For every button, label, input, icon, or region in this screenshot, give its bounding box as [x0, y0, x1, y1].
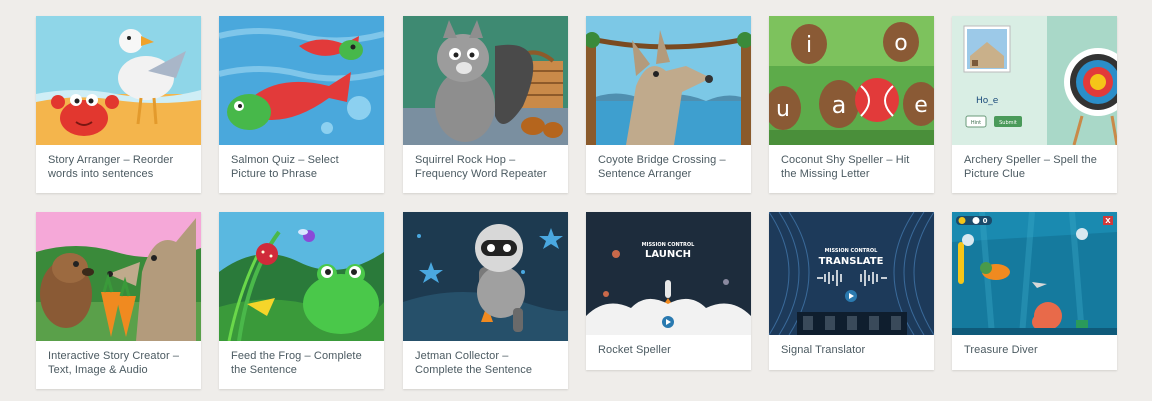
- card-title: Archery Speller – Spell the Picture Clue: [964, 154, 1097, 180]
- archery-target-icon: Ho_e Hint Submit: [952, 16, 1117, 145]
- salmon-icon: [219, 16, 384, 145]
- coconut-icon: i o u a e: [769, 16, 934, 145]
- game-card-archery-speller[interactable]: Ho_e Hint Submit Archery Speller – Spell…: [952, 16, 1117, 193]
- coyote-icon: [586, 16, 751, 145]
- rocket-icon: MISSION CONTROL LAUNCH: [586, 212, 751, 335]
- close-button-label: X: [1105, 217, 1111, 225]
- game-card-signal-translator[interactable]: MISSION CONTROL TRANSLATE Signal Transla…: [769, 212, 934, 370]
- game-card-story-creator[interactable]: Interactive Story Creator – Text, Image …: [36, 212, 201, 389]
- card-title: Squirrel Rock Hop – Frequency Word Repea…: [415, 154, 547, 180]
- card-title: Coyote Bridge Crossing – Sentence Arrang…: [598, 154, 726, 180]
- game-card-feed-the-frog[interactable]: Feed the Frog – Complete the Sentence: [219, 212, 384, 389]
- game-card-coyote-bridge[interactable]: Coyote Bridge Crossing – Sentence Arrang…: [586, 16, 751, 193]
- archery-hint-label: Hint: [971, 120, 981, 126]
- squirrel-icon: [403, 16, 568, 145]
- seagull-crab-icon: [36, 16, 201, 145]
- card-title: Interactive Story Creator – Text, Image …: [48, 350, 180, 376]
- archery-word: Ho_e: [976, 96, 999, 106]
- game-card-squirrel-rock-hop[interactable]: Squirrel Rock Hop – Frequency Word Repea…: [403, 16, 568, 193]
- game-card-salmon-quiz[interactable]: Salmon Quiz – Select Picture to Phrase: [219, 16, 384, 193]
- coin-count: 0: [983, 217, 988, 225]
- game-card-coconut-shy[interactable]: i o u a e Coconut Shy Speller – Hit the …: [769, 16, 934, 193]
- frog-icon: [219, 212, 384, 341]
- translate-title-line2: TRANSLATE: [819, 256, 884, 267]
- card-title: Jetman Collector – Complete the Sentence: [415, 350, 533, 376]
- game-card-rocket-speller[interactable]: MISSION CONTROL LAUNCH Rocket Speller: [586, 212, 751, 370]
- game-grid: Story Arranger – Reorder words into sent…: [0, 0, 1152, 401]
- jetman-icon: [403, 212, 568, 341]
- svg-text:u: u: [776, 97, 790, 122]
- beaver-coyote-icon: [36, 212, 201, 341]
- svg-text:o: o: [894, 31, 907, 56]
- rocket-title-line2: LAUNCH: [645, 249, 691, 260]
- card-title: Signal Translator: [781, 344, 866, 356]
- svg-text:e: e: [914, 93, 928, 118]
- satellite-icon: MISSION CONTROL TRANSLATE: [769, 212, 934, 335]
- game-card-jetman-collector[interactable]: Jetman Collector – Complete the Sentence: [403, 212, 568, 389]
- card-title: Coconut Shy Speller – Hit the Missing Le…: [781, 154, 910, 180]
- rocket-title-line1: MISSION CONTROL: [642, 242, 695, 248]
- svg-text:i: i: [806, 33, 812, 58]
- game-card-treasure-diver[interactable]: 0 X Treasure Diver: [952, 212, 1117, 370]
- card-title: Salmon Quiz – Select Picture to Phrase: [231, 154, 339, 180]
- translate-title-line1: MISSION CONTROL: [825, 248, 878, 254]
- archery-submit-label: Submit: [999, 120, 1017, 126]
- card-title: Rocket Speller: [598, 344, 671, 356]
- card-title: Feed the Frog – Complete the Sentence: [231, 350, 362, 376]
- card-title: Story Arranger – Reorder words into sent…: [48, 154, 174, 180]
- card-title: Treasure Diver: [964, 344, 1038, 356]
- svg-text:a: a: [832, 91, 847, 119]
- diver-icon: 0 X: [952, 212, 1117, 335]
- game-card-story-arranger[interactable]: Story Arranger – Reorder words into sent…: [36, 16, 201, 193]
